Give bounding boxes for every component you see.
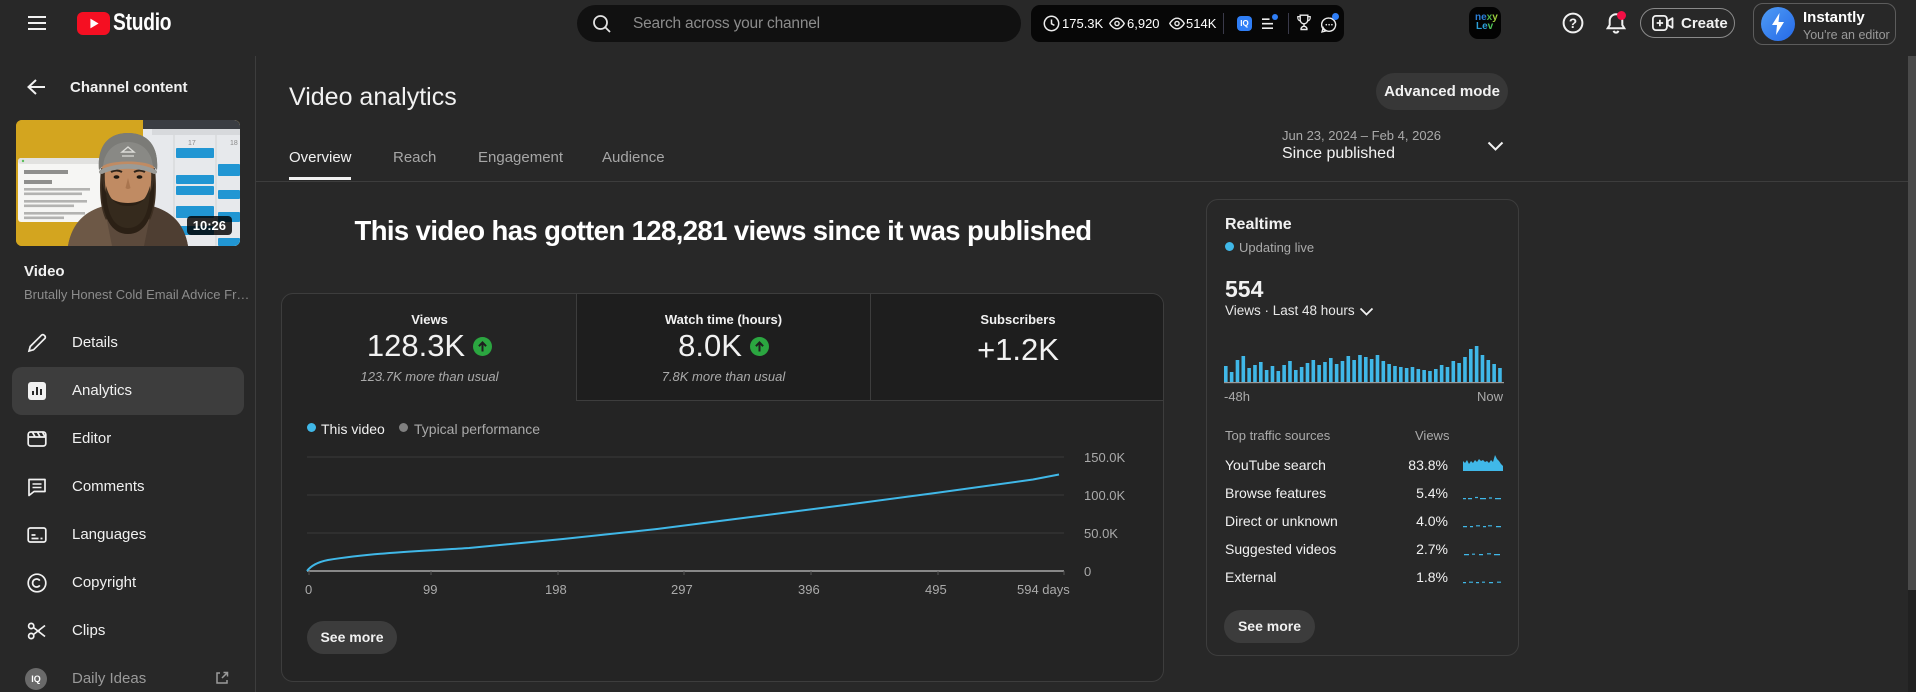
svg-text:17: 17 [188, 140, 196, 147]
svg-text:?: ? [1569, 16, 1577, 31]
svg-text:18: 18 [230, 140, 238, 147]
